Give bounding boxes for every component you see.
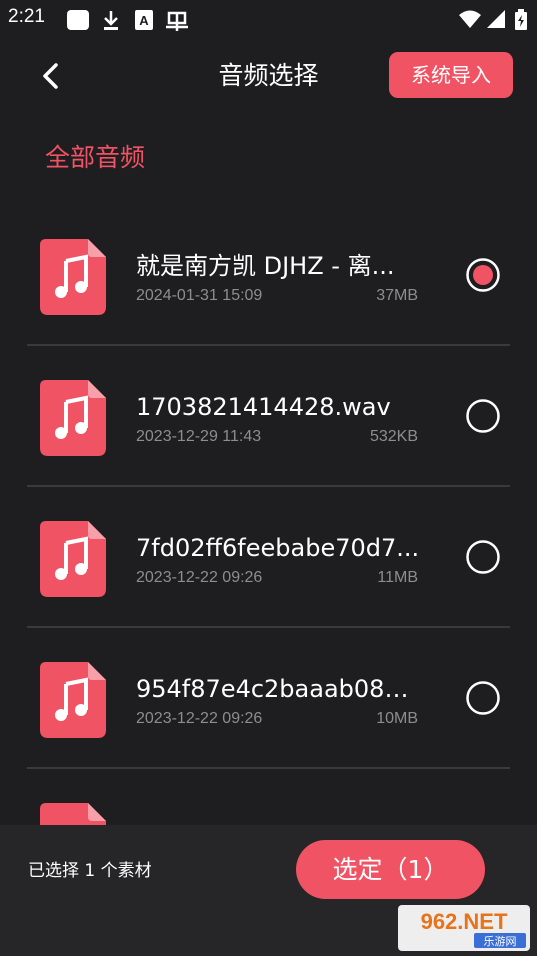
file-name: 7fd02ff6feebabe70d7... [136,534,420,562]
file-name: 1703821414428.wav [136,393,391,421]
file-date: 2023-12-29 11:43 [136,428,262,445]
confirm-selection-button[interactable]: 选定（1） [296,840,485,899]
radio-button[interactable] [466,540,500,574]
wifi-icon [459,10,481,28]
bug-icon [166,11,188,31]
signal-icon [487,10,505,28]
music-file-icon [40,239,106,315]
file-date: 2023-12-22 09:26 [136,569,263,586]
music-file-icon [40,380,106,456]
file-date: 2023-12-22 09:26 [136,710,263,727]
status-bar: 2:21 A [0,0,537,38]
section-title-all-audio: 全部音频 [45,143,146,172]
watermark-sub: 乐游网 [484,935,517,948]
list-item[interactable] [0,769,537,825]
file-size: 10MB [376,710,418,727]
file-name: 954f87e4c2baaab08a... [136,675,421,703]
file-size: 532KB [369,428,418,445]
status-time: 2:21 [8,6,45,27]
radio-button[interactable] [466,681,500,715]
radio-button[interactable] [466,399,500,433]
battery-icon [515,9,527,30]
watermark-main: 962.NET [421,909,508,934]
audio-file-list[interactable]: 就是南方凯 DJHZ - 离... 2024-01-31 15:09 37MB … [0,205,537,825]
music-file-icon [40,521,106,597]
system-import-button[interactable]: 系统导入 [389,52,513,98]
list-item[interactable]: 954f87e4c2baaab08a... 2023-12-22 09:26 1… [0,628,537,769]
list-item[interactable]: 1703821414428.wav 2023-12-29 11:43 532KB [0,346,537,487]
music-file-icon [40,662,106,738]
file-name: 就是南方凯 DJHZ - 离... [136,252,395,280]
watermark-logo: 962.NET 乐游网 [398,905,530,951]
music-file-icon [40,803,106,825]
keyboard-a-icon: A [135,10,153,30]
file-size: 37MB [376,287,418,304]
file-date: 2024-01-31 15:09 [136,287,263,304]
radio-button-selected[interactable] [466,258,500,292]
list-item[interactable]: 就是南方凯 DJHZ - 离... 2024-01-31 15:09 37MB [0,205,537,346]
selection-count-text: 已选择 1 个素材 [28,861,152,881]
download-icon [104,11,118,30]
app-notification-icon [67,10,89,30]
file-size: 11MB [377,569,418,586]
list-item[interactable]: 7fd02ff6feebabe70d7... 2023-12-22 09:26 … [0,487,537,628]
svg-text:A: A [139,13,149,28]
